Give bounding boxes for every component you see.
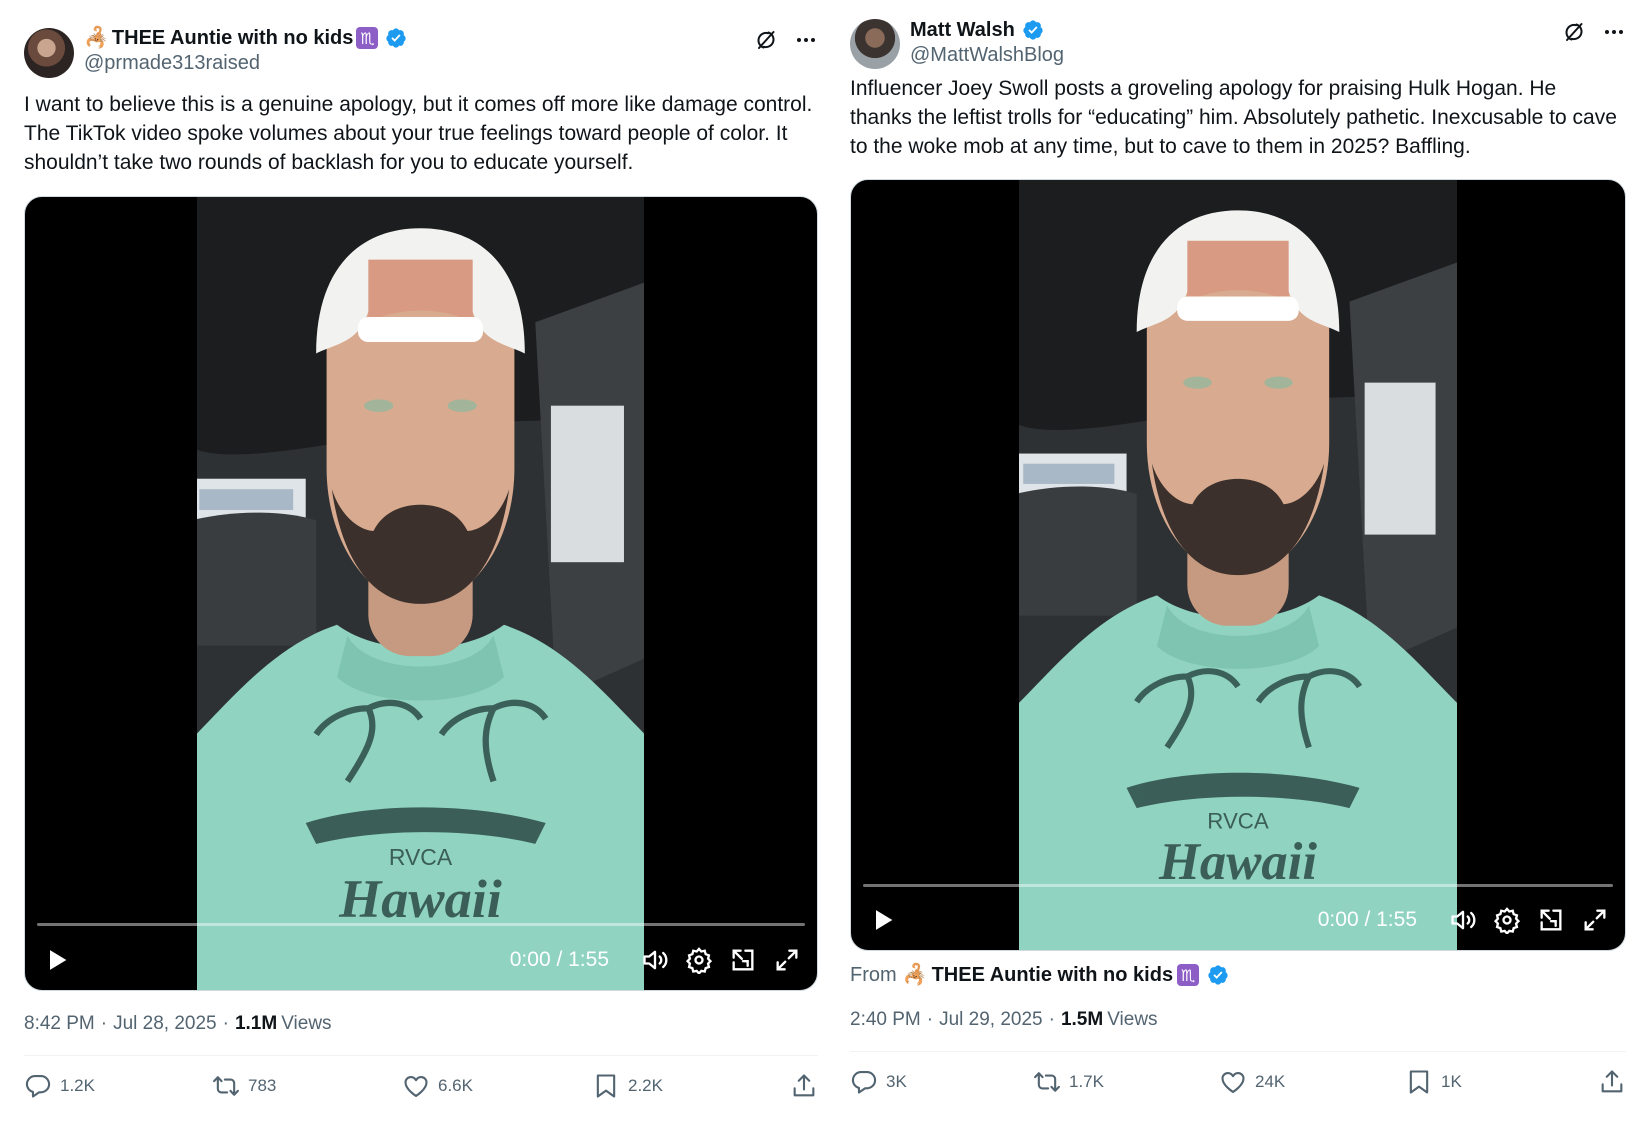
views-count: 1.1M <box>234 1013 278 1034</box>
repost-count: 1.7K <box>1069 1072 1104 1091</box>
settings-icon[interactable] <box>685 946 713 974</box>
bookmark-count: 1K <box>1441 1072 1462 1091</box>
more-icon[interactable] <box>794 28 818 52</box>
from-label: From <box>850 963 897 986</box>
tweet-header: Matt Walsh @MattWalshBlog <box>850 0 1626 72</box>
header-actions <box>1562 20 1626 44</box>
reply-button[interactable]: 1.2K <box>24 1072 212 1100</box>
tweet-text: Influencer Joey Swoll posts a groveling … <box>850 77 1617 158</box>
author-info: 🦂 THEE Auntie with no kids ♏ @prmade313r… <box>84 25 407 75</box>
tweet-meta: 8:42 PM · Jul 28, 2025 · 1.1M Views <box>24 1013 332 1035</box>
like-button[interactable]: 6.6K <box>402 1072 592 1100</box>
handle[interactable]: @prmade313raised <box>84 51 407 75</box>
dock-icon[interactable] <box>1537 906 1565 934</box>
scorpion-emoji: 🦂 <box>84 27 109 49</box>
bookmark-button[interactable]: 2.2K <box>592 1072 788 1100</box>
volume-icon[interactable] <box>641 946 669 974</box>
video-progress-bar[interactable] <box>863 884 1613 887</box>
like-count: 24K <box>1255 1072 1286 1091</box>
video-time: 0:00 / 1:55 <box>1317 908 1417 931</box>
tweet-text: I want to believe this is a genuine apol… <box>24 93 813 174</box>
repost-icon <box>1033 1068 1061 1096</box>
tweet-card: 🦂 THEE Auntie with no kids ♏ @prmade313r… <box>24 0 818 1116</box>
tweet-date[interactable]: Jul 29, 2025 <box>939 1009 1043 1031</box>
display-name[interactable]: THEE Auntie with no kids <box>112 27 353 50</box>
grok-icon[interactable] <box>754 28 778 52</box>
tweet-date[interactable]: Jul 28, 2025 <box>113 1013 217 1035</box>
handle[interactable]: @MattWalshBlog <box>910 43 1064 67</box>
scorpio-emoji: ♏ <box>1177 964 1200 986</box>
reply-count: 1.2K <box>60 1076 95 1095</box>
like-icon <box>1219 1068 1247 1096</box>
tweet-card: Matt Walsh @MattWalshBlog Influencer Joe… <box>850 0 1626 1112</box>
tweet-meta: 2:40 PM · Jul 29, 2025 · 1.5M Views <box>850 1009 1158 1031</box>
settings-icon[interactable] <box>1493 906 1521 934</box>
source-name[interactable]: THEE Auntie with no kids <box>932 964 1173 987</box>
reply-button[interactable]: 3K <box>850 1068 1033 1096</box>
like-count: 6.6K <box>438 1076 473 1095</box>
share-button[interactable] <box>1598 1068 1626 1096</box>
share-icon <box>790 1072 818 1100</box>
dock-icon[interactable] <box>729 946 757 974</box>
share-button[interactable] <box>790 1072 818 1100</box>
video-player[interactable]: 0:00 / 1:55 <box>850 179 1626 951</box>
video-frame[interactable] <box>1019 180 1457 950</box>
scorpio-emoji: ♏ <box>356 27 379 49</box>
action-bar: 1.2K 783 6.6K 2.2K <box>24 1056 818 1116</box>
video-frame[interactable] <box>197 197 644 990</box>
like-icon <box>402 1072 430 1100</box>
like-button[interactable]: 24K <box>1219 1068 1405 1096</box>
repost-icon <box>212 1072 240 1100</box>
play-icon[interactable] <box>43 946 71 974</box>
reply-count: 3K <box>886 1072 907 1091</box>
avatar[interactable] <box>24 28 74 78</box>
views-count: 1.5M <box>1060 1009 1104 1030</box>
verified-badge-icon[interactable] <box>1022 19 1044 41</box>
repost-button[interactable]: 1.7K <box>1033 1068 1219 1096</box>
grok-icon[interactable] <box>1562 20 1586 44</box>
verified-badge-icon <box>1207 964 1229 986</box>
video-player[interactable]: 0:00 / 1:55 <box>24 196 818 991</box>
bookmark-icon <box>592 1072 620 1100</box>
video-controls: 0:00 / 1:55 <box>43 942 801 978</box>
video-source-attribution[interactable]: From 🦂 THEE Auntie with no kids ♏ <box>850 961 1626 989</box>
video-progress-bar[interactable] <box>37 923 805 926</box>
bookmark-icon <box>1405 1068 1433 1096</box>
action-bar: 3K 1.7K 24K 1K <box>850 1052 1626 1112</box>
tweet-header: 🦂 THEE Auntie with no kids ♏ @prmade313r… <box>24 0 818 80</box>
repost-count: 783 <box>248 1076 277 1095</box>
tweet-time[interactable]: 8:42 PM <box>24 1013 95 1035</box>
reply-icon <box>850 1068 878 1096</box>
bookmark-count: 2.2K <box>628 1076 663 1095</box>
share-icon <box>1598 1068 1626 1096</box>
repost-button[interactable]: 783 <box>212 1072 402 1100</box>
avatar[interactable] <box>850 19 900 69</box>
video-controls: 0:00 / 1:55 <box>869 902 1609 938</box>
verified-badge-icon[interactable] <box>385 27 407 49</box>
play-icon[interactable] <box>869 906 897 934</box>
display-name-row[interactable]: Matt Walsh <box>910 17 1064 43</box>
volume-icon[interactable] <box>1449 906 1477 934</box>
author-info: Matt Walsh @MattWalshBlog <box>910 17 1064 67</box>
scorpion-emoji: 🦂 <box>902 964 928 986</box>
views-label: Views <box>1107 1009 1158 1030</box>
header-actions <box>754 28 818 52</box>
reply-icon <box>24 1072 52 1100</box>
tweet-time[interactable]: 2:40 PM <box>850 1009 921 1031</box>
more-icon[interactable] <box>1602 20 1626 44</box>
video-time: 0:00 / 1:55 <box>509 948 609 971</box>
display-name[interactable]: Matt Walsh <box>910 19 1015 42</box>
fullscreen-icon[interactable] <box>773 946 801 974</box>
fullscreen-icon[interactable] <box>1581 906 1609 934</box>
display-name-row[interactable]: 🦂 THEE Auntie with no kids ♏ <box>84 25 407 51</box>
bookmark-button[interactable]: 1K <box>1405 1068 1598 1096</box>
views-label: Views <box>281 1013 332 1034</box>
